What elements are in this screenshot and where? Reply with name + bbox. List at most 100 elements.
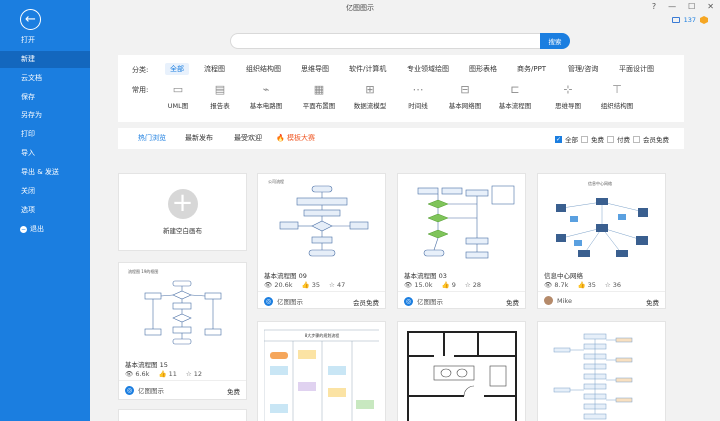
sidebar-item-label: 新建 — [21, 55, 35, 63]
tab-contest[interactable]: 🔥 模板大赛 — [276, 133, 315, 143]
common-dataflow[interactable]: ⊞ 数据流模型 — [345, 83, 395, 110]
common-flowchart[interactable]: ⊏ 基本流程图 — [490, 83, 540, 110]
exit-icon: − — [20, 225, 27, 233]
common-network[interactable]: ⊟ 基本网络图 — [440, 83, 490, 110]
template-thumbnail: 8大步骤的规划流程 — [264, 326, 379, 421]
floorplan-icon: ▦ — [313, 83, 325, 96]
sidebar-item-save-as[interactable]: 另存为 — [0, 107, 90, 124]
search-bar: 搜索 — [230, 33, 570, 49]
thumb-title: 流程图 19的框图 — [128, 268, 158, 274]
likes-count: 👍 35 — [301, 281, 321, 289]
category-software[interactable]: 软件/计算机 — [349, 63, 386, 75]
template-author: Mike — [544, 296, 572, 305]
sidebar-item-close[interactable]: 关闭 — [0, 183, 90, 200]
stars-count: ☆ 28 — [464, 281, 482, 289]
likes-value: 9 — [451, 281, 456, 289]
divider — [119, 380, 246, 381]
views-count: 👁 20.6k — [264, 281, 293, 289]
likes-value: 35 — [311, 281, 321, 289]
common-floorplan[interactable]: ▦ 平面布置图 — [294, 83, 344, 110]
filter-all[interactable]: ✓ 全部 — [555, 134, 578, 144]
filter-member-free[interactable]: 会员免费 — [633, 134, 669, 144]
new-blank-canvas-card[interactable]: + 新建空白画布 — [118, 173, 247, 251]
circuit-icon: ⌁ — [262, 83, 270, 96]
sidebar-item-label: 另存为 — [21, 111, 42, 119]
divider — [258, 291, 385, 292]
filter-paid[interactable]: 付费 — [607, 134, 630, 144]
sidebar-item-print[interactable]: 打印 — [0, 126, 90, 143]
sidebar-item-cloud[interactable]: 云文档 — [0, 70, 90, 87]
sidebar-item-label: 打开 — [21, 36, 35, 44]
common-mindmap[interactable]: ⊹ 思维导图 — [543, 83, 593, 110]
thumb-title: 信息中心网络 — [588, 180, 612, 186]
stars-count: ☆ 36 — [604, 281, 622, 289]
new-blank-label: 新建空白画布 — [163, 227, 202, 235]
template-card[interactable]: 流程图 19的框图 基本流程图 15 👁 6.6k 👍 11 ☆ 12 ◎ 亿图… — [118, 262, 247, 400]
views-value: 15.0k — [414, 281, 433, 289]
template-card[interactable] — [397, 321, 526, 421]
close-icon[interactable]: ✕ — [707, 2, 714, 11]
common-item-label: 组织结构图 — [600, 102, 634, 110]
template-author: ◎ 亿图图示 — [404, 296, 443, 306]
edraw-logo-icon: ◎ — [125, 385, 134, 395]
category-panel: 分类: 全部 流程图 组织结构图 思维导图 软件/计算机 专业领域绘图 图形表格… — [118, 55, 684, 122]
common-timeline[interactable]: ⋯ 时间线 — [393, 83, 443, 110]
sidebar-item-export[interactable]: 导出 & 发送 — [0, 164, 90, 181]
template-stats: 👁 20.6k 👍 35 ☆ 47 — [264, 281, 345, 289]
template-card[interactable]: 8大步骤的规划流程 — [257, 321, 386, 421]
sidebar-item-exit[interactable]: − 退出 — [0, 221, 90, 238]
window-controls: ? — ☐ ✕ — [652, 2, 714, 11]
sidebar-item-import[interactable]: 导入 — [0, 145, 90, 162]
sidebar-item-label: 选项 — [21, 206, 35, 214]
category-graphic-table[interactable]: 图形表格 — [469, 63, 497, 75]
template-card[interactable]: 公司流程 基本流程图 09 👁 20.6k 👍 35 ☆ 47 ◎ 亿图图示 会… — [257, 173, 386, 309]
maximize-icon[interactable]: ☐ — [688, 2, 695, 11]
views-value: 8.7k — [554, 281, 569, 289]
category-mindmap[interactable]: 思维导图 — [301, 63, 329, 75]
common-circuit[interactable]: ⌁ 基本电路图 — [241, 83, 291, 110]
template-card[interactable] — [537, 321, 666, 421]
sidebar-item-options[interactable]: 选项 — [0, 202, 90, 219]
help-icon[interactable]: ? — [652, 2, 656, 11]
category-graphic-design[interactable]: 平面设计图 — [619, 63, 654, 75]
search-button[interactable]: 搜索 — [540, 33, 570, 49]
tab-popular[interactable]: 热门浏览 — [138, 133, 166, 143]
category-all[interactable]: 全部 — [165, 63, 189, 75]
stars-count: ☆ 47 — [329, 281, 346, 289]
sidebar-item-open[interactable]: 打开 — [0, 32, 90, 49]
category-flowchart[interactable]: 流程图 — [204, 63, 225, 75]
common-orgchart[interactable]: ⊤ 组织结构图 — [592, 83, 642, 110]
category-professional[interactable]: 专业领域绘图 — [407, 63, 449, 75]
template-thumbnail — [404, 326, 519, 421]
common-item-label: 思维导图 — [555, 102, 581, 110]
template-card[interactable]: 基本流程图 03 👁 15.0k 👍 9 ☆ 28 ◎ 亿图图示 免费 — [397, 173, 526, 309]
template-tabs: 热门浏览 最新发布 最受欢迎 🔥 模板大赛 ✓ 全部 免费 付费 会员免费 — [118, 128, 684, 149]
filter-free[interactable]: 免费 — [581, 134, 604, 144]
tab-contest-label: 模板大赛 — [286, 134, 315, 142]
coin-icon[interactable] — [700, 16, 708, 24]
author-name: 亿图图示 — [138, 387, 164, 395]
likes-count: 👍 35 — [577, 281, 596, 289]
category-management[interactable]: 管理/咨询 — [568, 63, 598, 75]
sidebar-item-label: 云文档 — [21, 74, 42, 82]
search-input[interactable] — [230, 33, 540, 49]
tab-latest[interactable]: 最新发布 — [185, 133, 213, 143]
category-business[interactable]: 商务/PPT — [517, 63, 546, 75]
tab-favorite[interactable]: 最受欢迎 — [234, 133, 262, 143]
chat-icon[interactable] — [671, 17, 680, 23]
checkbox-icon — [581, 135, 588, 143]
template-card[interactable] — [118, 409, 247, 421]
template-thumbnail: 信息中心网络 — [544, 178, 659, 266]
sidebar-item-new[interactable]: 新建 — [0, 51, 90, 68]
stars-value: 36 — [612, 281, 622, 289]
user-bar: 137 — [671, 16, 708, 24]
minimize-icon[interactable]: — — [668, 2, 676, 11]
common-report[interactable]: ▤ 报告表 — [195, 83, 245, 110]
category-orgchart[interactable]: 组织结构图 — [246, 63, 281, 75]
sidebar-item-save[interactable]: 保存 — [0, 89, 90, 106]
template-card[interactable]: 信息中心网络 信息中心网络 👁 8.7k 👍 35 ☆ 36 Mike 免费 — [537, 173, 666, 309]
thumb-title: 公司流程 — [268, 178, 284, 184]
common-label: 常用: — [132, 86, 149, 94]
back-arrow-icon[interactable]: ← — [20, 9, 41, 30]
template-name: 基本流程图 03 — [404, 272, 447, 280]
